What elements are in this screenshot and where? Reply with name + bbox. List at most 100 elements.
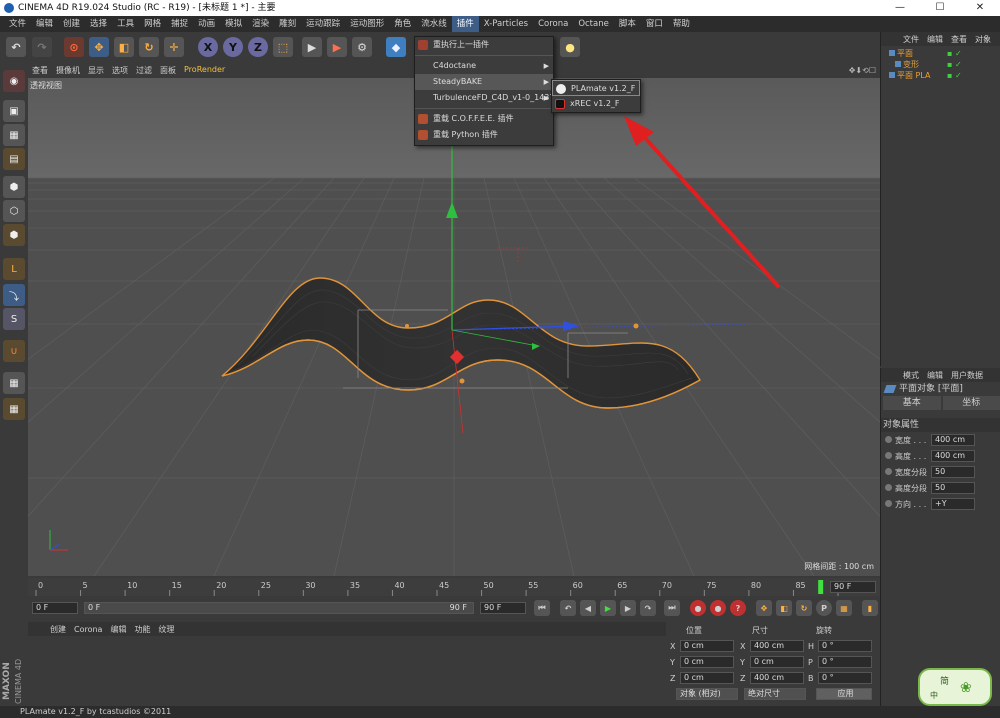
menu-item-reload-python[interactable]: 重载 Python 插件 — [415, 127, 553, 143]
snap-icon[interactable]: S — [3, 308, 25, 330]
menu-15[interactable]: 插件 — [451, 16, 479, 32]
menu-6[interactable]: 捕捉 — [166, 16, 193, 32]
menu-item-plamate[interactable]: PLAmate v1.2_F — [552, 80, 640, 96]
scale-icon[interactable]: ◧ — [114, 37, 134, 57]
timeline-window-icon[interactable]: ▮ — [862, 600, 878, 616]
material-tab-1[interactable]: Corona — [70, 625, 106, 634]
viewport-menu-4[interactable]: 过滤 — [132, 65, 156, 76]
lock-workplane-icon[interactable]: ▦ — [3, 372, 25, 394]
menu-21[interactable]: 帮助 — [668, 16, 695, 32]
workplane-mode-icon[interactable]: ▤ — [3, 148, 25, 170]
apply-button[interactable]: 应用 — [816, 688, 872, 700]
coordinate-mode-dropdown[interactable]: 对象 (相对) — [676, 688, 738, 700]
menu-0[interactable]: 文件 — [4, 16, 31, 32]
object-row[interactable]: 平面 ▪ ✓ — [881, 48, 1000, 59]
previous-key-icon[interactable]: ↶ — [560, 600, 576, 616]
object-tab-2[interactable]: 查看 — [947, 34, 971, 45]
attribute-tab-1[interactable]: 编辑 — [923, 370, 947, 381]
menu-item-c4doctane[interactable]: C4doctane ▶ — [415, 58, 553, 74]
position-value-field[interactable]: 0 cm — [680, 640, 734, 652]
menu-13[interactable]: 角色 — [389, 16, 416, 32]
menu-14[interactable]: 流水线 — [416, 16, 452, 32]
viewport-menu-0[interactable]: 查看 — [28, 65, 52, 76]
menu-item-rerun-last-plugin[interactable]: 重执行上一插件 — [415, 37, 553, 53]
cube-object-icon[interactable]: ◆ — [386, 37, 406, 57]
key-rotation-icon[interactable]: ↻ — [796, 600, 812, 616]
keyframe-selection-icon[interactable]: ? — [730, 600, 746, 616]
move-icon[interactable]: ✥ — [89, 37, 109, 57]
autokey-icon[interactable]: ● — [710, 600, 726, 616]
menu-17[interactable]: Corona — [533, 16, 573, 32]
menu-5[interactable]: 网格 — [139, 16, 166, 32]
start-frame-field[interactable]: 0 F — [32, 602, 78, 614]
tweak-mode-icon[interactable]: ⤵ — [3, 284, 25, 306]
menu-item-xrec[interactable]: xREC v1.2_F — [552, 96, 640, 112]
previous-frame-icon[interactable]: ◀ — [580, 600, 596, 616]
quantize-icon[interactable]: ▦ — [3, 398, 25, 420]
attribute-value-field[interactable]: 50 — [931, 466, 975, 478]
material-tab-0[interactable]: 创建 — [46, 624, 70, 635]
key-point-level-icon[interactable]: ▦ — [836, 600, 852, 616]
key-scale-icon[interactable]: ◧ — [776, 600, 792, 616]
attribute-value-field[interactable]: 400 cm — [931, 450, 975, 462]
size-mode-dropdown[interactable]: 绝对尺寸 — [744, 688, 806, 700]
axis-mode-icon[interactable]: L — [3, 258, 25, 280]
rotation-value-field[interactable]: 0 ° — [818, 640, 872, 652]
menu-10[interactable]: 雕刻 — [274, 16, 301, 32]
visibility-check-icon[interactable]: ▪ ✓ — [947, 70, 962, 81]
material-tab-2[interactable]: 编辑 — [106, 624, 130, 635]
menu-20[interactable]: 窗口 — [641, 16, 668, 32]
object-row[interactable]: 平面 PLA ▪ ✓ — [881, 70, 1000, 81]
light-icon[interactable]: ● — [560, 37, 580, 57]
menu-2[interactable]: 创建 — [58, 16, 85, 32]
render-view-icon[interactable]: ▶ — [302, 37, 322, 57]
ime-widget[interactable]: 简 中 ❀ — [918, 668, 992, 706]
undo-icon[interactable]: ↶ — [6, 37, 26, 57]
play-icon[interactable]: ▶ — [600, 600, 616, 616]
timeline-end-frame[interactable]: 90 F — [830, 581, 876, 593]
menu-3[interactable]: 选择 — [85, 16, 112, 32]
viewport-menu-1[interactable]: 摄像机 — [52, 65, 84, 76]
points-mode-icon[interactable]: ⬢ — [3, 176, 25, 198]
size-value-field[interactable]: 0 cm — [750, 656, 804, 668]
menu-16[interactable]: X-Particles — [479, 16, 533, 32]
polygons-mode-icon[interactable]: ⬢ — [3, 224, 25, 246]
frame-range-slider[interactable]: 0 F 90 F — [84, 602, 474, 614]
object-tab-0[interactable]: 文件 — [899, 34, 923, 45]
make-editable-icon[interactable]: ◉ — [3, 70, 25, 92]
animate-dot-icon[interactable] — [885, 452, 892, 459]
object-row[interactable]: 变形 ▪ ✓ — [881, 59, 1000, 70]
perspective-viewport[interactable]: 透视视图 网格间距 : 100 cm — [28, 78, 880, 576]
menu-item-reload-coffee[interactable]: 重载 C.O.F.F.E.E. 插件 — [415, 111, 553, 127]
rotation-value-field[interactable]: 0 ° — [818, 672, 872, 684]
menu-9[interactable]: 渲染 — [247, 16, 274, 32]
key-parameter-icon[interactable]: P — [816, 600, 832, 616]
viewport-navigation-icons[interactable]: ✥⬇⟲☐ — [845, 66, 880, 75]
key-position-icon[interactable]: ✥ — [756, 600, 772, 616]
z-axis-lock-icon[interactable]: Z — [248, 37, 268, 57]
visibility-check-icon[interactable]: ▪ ✓ — [947, 48, 962, 59]
animate-dot-icon[interactable] — [885, 484, 892, 491]
menu-8[interactable]: 模拟 — [220, 16, 247, 32]
subtab-coord[interactable]: 坐标 — [942, 396, 1000, 410]
subtab-basic[interactable]: 基本 — [883, 396, 941, 410]
next-key-icon[interactable]: ↷ — [640, 600, 656, 616]
live-select-icon[interactable]: ⊙ — [64, 37, 84, 57]
texture-mode-icon[interactable]: ▦ — [3, 124, 25, 146]
material-tab-3[interactable]: 功能 — [130, 624, 154, 635]
go-to-start-icon[interactable]: ⏮ — [534, 600, 550, 616]
attribute-value-field[interactable]: +Y — [931, 498, 975, 510]
record-icon[interactable]: ● — [690, 600, 706, 616]
go-to-end-icon[interactable]: ⏭ — [664, 600, 680, 616]
maximize-button[interactable]: ☐ — [920, 0, 960, 16]
object-tab-3[interactable]: 对象 — [971, 34, 995, 45]
attribute-value-field[interactable]: 400 cm — [931, 434, 975, 446]
minimize-button[interactable]: — — [880, 0, 920, 16]
end-frame-field[interactable]: 90 F — [480, 602, 526, 614]
viewport-menu-6[interactable]: ProRender — [180, 65, 229, 76]
viewport-menu-2[interactable]: 显示 — [84, 65, 108, 76]
timeline-ruler[interactable]: 051015202530354045505560657075808590 90 … — [28, 578, 880, 596]
rotation-value-field[interactable]: 0 ° — [818, 656, 872, 668]
redo-icon[interactable]: ↷ — [32, 37, 52, 57]
menu-4[interactable]: 工具 — [112, 16, 139, 32]
